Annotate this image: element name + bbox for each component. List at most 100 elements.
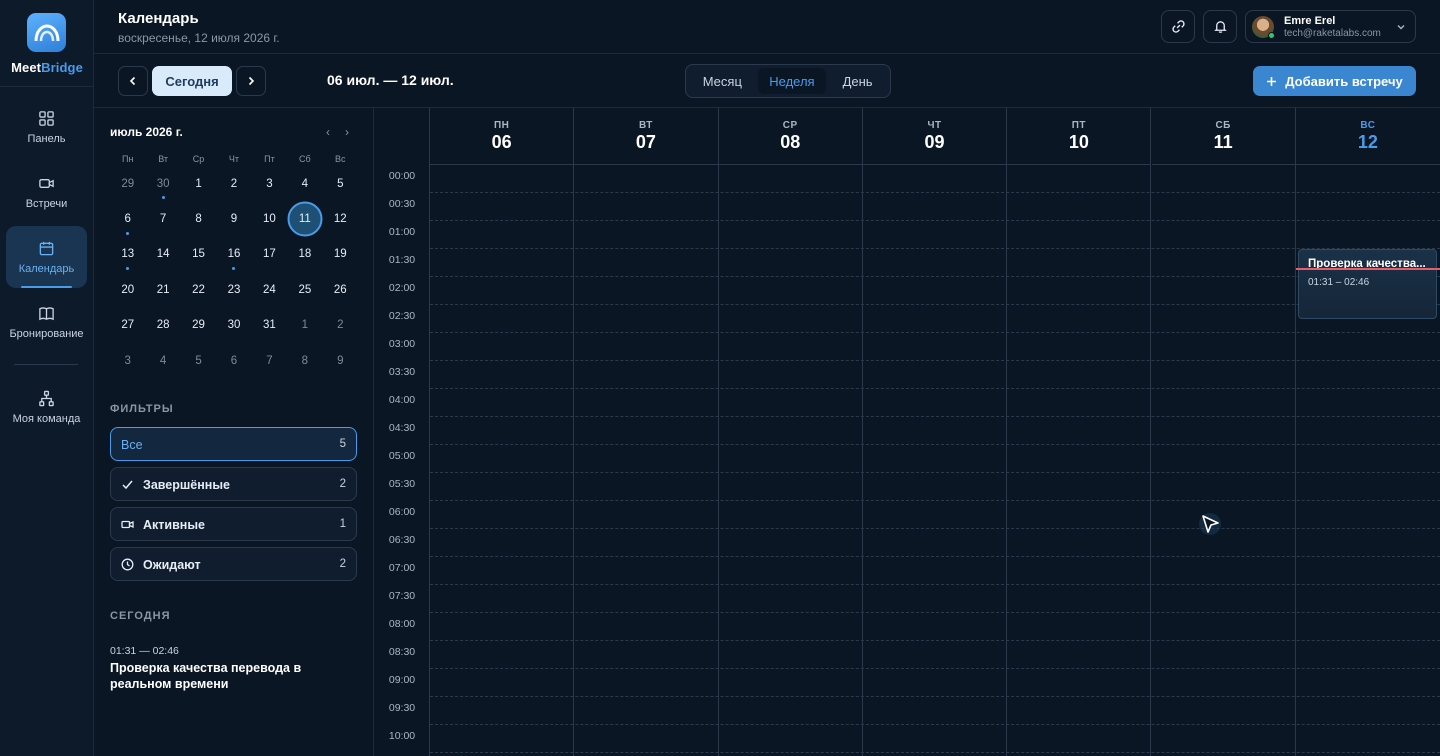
- logo-icon[interactable]: [27, 13, 66, 52]
- mini-day[interactable]: 7: [145, 202, 180, 237]
- mini-day[interactable]: 30: [145, 166, 180, 201]
- view-week-tab[interactable]: Неделя: [757, 68, 827, 94]
- mini-day[interactable]: 9: [323, 343, 358, 378]
- grid-line: [430, 388, 1440, 389]
- grid-line: [430, 752, 1440, 753]
- user-email: tech@raketalabs.com: [1284, 28, 1381, 39]
- day-column-thu[interactable]: ЧТ 09: [862, 108, 1008, 756]
- time-label: 00:00: [388, 170, 416, 182]
- weekday-label: Пт: [264, 154, 275, 164]
- mini-weekdays: Пн Вт Ср Чт Пт Сб Вс: [110, 152, 358, 166]
- mini-day[interactable]: 6: [216, 343, 251, 378]
- mini-day[interactable]: 22: [181, 272, 216, 307]
- day-column-wed[interactable]: СР 08: [718, 108, 863, 756]
- mini-day[interactable]: 28: [145, 308, 180, 343]
- mini-day[interactable]: 12: [323, 202, 358, 237]
- mini-day[interactable]: 9: [216, 202, 251, 237]
- mini-day[interactable]: 19: [323, 237, 358, 272]
- mini-day[interactable]: 10: [252, 202, 287, 237]
- mini-day[interactable]: 20: [110, 272, 145, 307]
- mini-day[interactable]: 8: [287, 343, 322, 378]
- filter-completed[interactable]: Завершённые 2: [110, 467, 357, 501]
- copy-link-button[interactable]: [1161, 10, 1195, 43]
- grid-line: [430, 276, 1440, 277]
- mini-prev-month-button[interactable]: ‹: [326, 125, 330, 139]
- mini-day[interactable]: 25: [287, 272, 322, 307]
- filter-all[interactable]: Все 5: [110, 427, 357, 461]
- mini-day[interactable]: 18: [287, 237, 322, 272]
- mini-day[interactable]: 1: [287, 308, 322, 343]
- nav-item-booking[interactable]: Бронирование: [6, 291, 87, 353]
- mini-day[interactable]: 31: [252, 308, 287, 343]
- page-title: Календарь: [118, 10, 199, 27]
- calendar-toolbar: Сегодня 06 июл. — 12 июл. Месяц Неделя Д…: [94, 54, 1440, 108]
- day-column-sun-today[interactable]: ВС 12: [1295, 108, 1440, 756]
- mini-day[interactable]: 5: [181, 343, 216, 378]
- mini-day[interactable]: 30: [216, 308, 251, 343]
- mini-day[interactable]: 23: [216, 272, 251, 307]
- mini-day[interactable]: 2: [323, 308, 358, 343]
- mini-day[interactable]: 27: [110, 308, 145, 343]
- user-menu[interactable]: Emre Erel tech@raketalabs.com: [1245, 10, 1416, 43]
- weekday-label: Ср: [192, 154, 205, 164]
- event-card[interactable]: Проверка качества... 01:31 – 02:46: [1298, 249, 1437, 319]
- mini-day[interactable]: 6: [110, 202, 145, 237]
- clock-icon: [121, 558, 134, 571]
- plus-icon: [1267, 76, 1277, 86]
- mini-day[interactable]: 24: [252, 272, 287, 307]
- grid-line: [430, 696, 1440, 697]
- mini-day[interactable]: 13: [110, 237, 145, 272]
- mini-day[interactable]: 4: [145, 343, 180, 378]
- time-label: 05:00: [388, 450, 416, 462]
- view-day-tab[interactable]: День: [828, 68, 887, 94]
- mini-day[interactable]: 3: [252, 166, 287, 201]
- mini-day[interactable]: 29: [181, 308, 216, 343]
- grid-icon: [39, 110, 54, 126]
- mini-day[interactable]: 15: [181, 237, 216, 272]
- nav-item-meetings[interactable]: Встречи: [6, 161, 87, 223]
- next-week-button[interactable]: [236, 66, 266, 96]
- mini-day[interactable]: 26: [323, 272, 358, 307]
- day-column-tue[interactable]: ВТ 07: [574, 108, 719, 756]
- mini-week-row: 6 7 8 9 10 11 12: [110, 201, 358, 236]
- mini-day[interactable]: 14: [145, 237, 180, 272]
- mini-day[interactable]: 8: [181, 202, 216, 237]
- mini-day[interactable]: 2: [216, 166, 251, 201]
- notifications-button[interactable]: [1203, 10, 1237, 43]
- mini-day[interactable]: 29: [110, 166, 145, 201]
- nav-item-calendar[interactable]: Календарь: [6, 226, 87, 288]
- mini-day[interactable]: 17: [252, 237, 287, 272]
- nav-item-team[interactable]: Моя команда: [6, 376, 87, 438]
- day-column-fri[interactable]: ПТ 10: [1007, 108, 1152, 756]
- filter-active[interactable]: Активные 1: [110, 507, 357, 541]
- filter-pending[interactable]: Ожидают 2: [110, 547, 357, 581]
- mini-day[interactable]: 7: [252, 343, 287, 378]
- today-button[interactable]: Сегодня: [152, 66, 232, 96]
- filter-label: Активные: [143, 518, 205, 532]
- event-time: 01:31 – 02:46: [1308, 277, 1370, 288]
- day-column-mon[interactable]: ПН 06: [430, 108, 575, 756]
- mini-day[interactable]: 21: [145, 272, 180, 307]
- bell-icon: [1213, 21, 1227, 33]
- grid-line: [430, 472, 1440, 473]
- view-month-tab[interactable]: Месяц: [689, 68, 756, 94]
- mini-day[interactable]: 3: [110, 343, 145, 378]
- time-label: 07:00: [388, 562, 416, 574]
- grid-line: [430, 444, 1440, 445]
- time-label: 09:00: [388, 674, 416, 686]
- day-column-sat[interactable]: СБ 11: [1151, 108, 1296, 756]
- time-label: 07:30: [388, 590, 416, 602]
- mini-day[interactable]: 1: [181, 166, 216, 201]
- nav-item-dashboard[interactable]: Панель: [6, 96, 87, 158]
- mini-week-row: 3 4 5 6 7 8 9: [110, 343, 358, 378]
- mini-day-selected[interactable]: 11: [287, 202, 322, 237]
- prev-week-button[interactable]: [118, 66, 148, 96]
- grid-line: [430, 304, 1440, 305]
- mini-day[interactable]: 16: [216, 237, 251, 272]
- mini-next-month-button[interactable]: ›: [345, 125, 349, 139]
- mini-day[interactable]: 5: [323, 166, 358, 201]
- day-header: ПН 06: [430, 108, 574, 165]
- today-meeting-title[interactable]: Проверка качества перевода в реальном вр…: [110, 660, 330, 692]
- mini-day[interactable]: 4: [287, 166, 322, 201]
- add-meeting-button[interactable]: Добавить встречу: [1253, 66, 1416, 96]
